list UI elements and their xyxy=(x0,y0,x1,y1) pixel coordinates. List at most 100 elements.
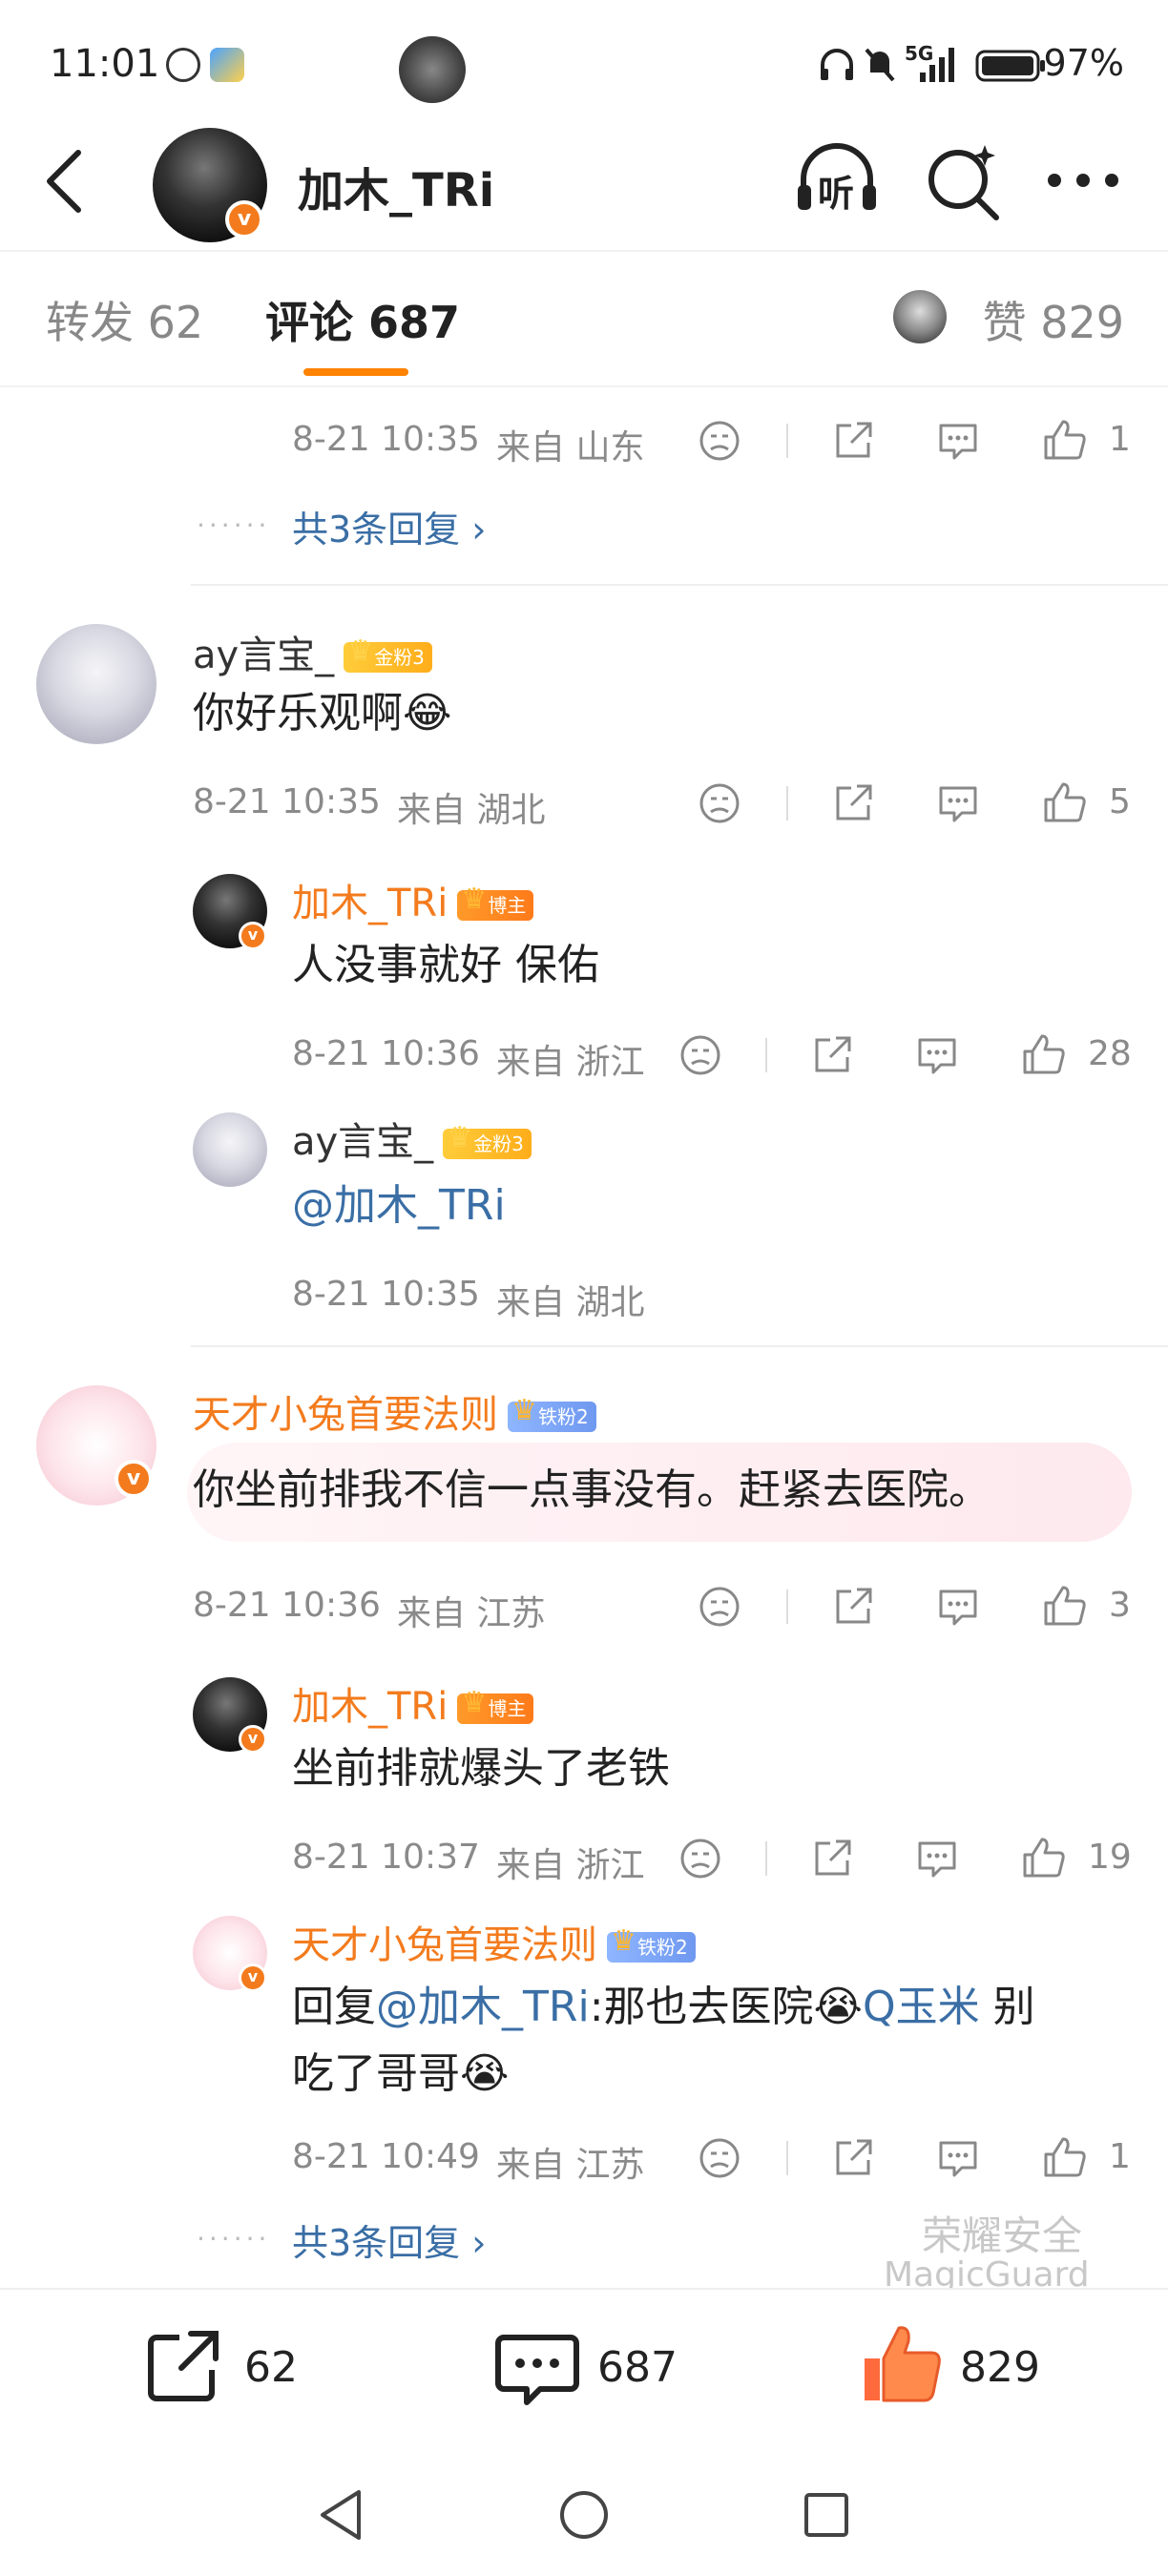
repost-count[interactable]: 62 xyxy=(244,2343,298,2392)
like-icon[interactable] xyxy=(1042,1584,1088,1630)
like-count: 3 xyxy=(1109,1586,1131,1625)
reply-body-end: 别 xyxy=(979,1983,1035,2031)
reply-location: 来自 浙江 xyxy=(496,1846,645,1885)
tab-comment[interactable]: 评论 687 xyxy=(265,288,460,351)
reply-mention[interactable]: @加木_TRi xyxy=(376,1983,590,2031)
reply-mention[interactable]: @加木_TRi xyxy=(292,1177,506,1235)
share-icon[interactable] xyxy=(830,418,876,464)
reply-username[interactable]: 加木_TRi博主 xyxy=(292,872,534,927)
comment-icon[interactable] xyxy=(935,1584,981,1630)
signal-icon xyxy=(920,48,954,82)
comment-text: 你坐前排我不信一点事没有。赶紧去医院。 xyxy=(193,1465,991,1514)
user-avatar[interactable] xyxy=(36,624,156,744)
reply-username[interactable]: 天才小兔首要法则铁粉2 xyxy=(292,1914,696,1969)
like-icon[interactable] xyxy=(1042,2135,1088,2181)
comment-location: 来自 江苏 xyxy=(397,1594,546,1633)
floating-app-icon[interactable] xyxy=(399,36,466,103)
reply-avatar[interactable] xyxy=(193,1112,267,1187)
reply-prefix: 回复 xyxy=(292,1983,376,2031)
fan-badge[interactable]: 铁粉2 xyxy=(508,1396,596,1432)
fan-badge[interactable]: 金粉3 xyxy=(443,1123,532,1159)
reply-time: 8-21 10:37 xyxy=(292,1838,480,1877)
like-icon[interactable] xyxy=(1042,418,1088,464)
share-icon[interactable] xyxy=(809,1032,855,1078)
action-separator xyxy=(786,1589,788,1624)
verified-badge: v xyxy=(239,1725,267,1754)
reply-text: 人没事就好 保佑 xyxy=(292,941,599,989)
reply-username[interactable]: 加木_TRi博主 xyxy=(292,1675,534,1731)
like-filled-icon[interactable] xyxy=(857,2320,943,2406)
comment-icon[interactable] xyxy=(935,2135,981,2181)
battery-icon xyxy=(975,50,1045,82)
header-divider xyxy=(0,250,1168,252)
more-options-icon[interactable] xyxy=(1040,137,1126,223)
reply-time: 8-21 10:36 xyxy=(292,1034,480,1073)
share-icon[interactable] xyxy=(830,1584,876,1630)
share-icon[interactable] xyxy=(830,2135,876,2181)
comment-time: 8-21 10:36 xyxy=(193,1586,381,1625)
username-text[interactable]: 天才小兔首要法则 xyxy=(193,1393,498,1437)
listen-label: 听 xyxy=(818,173,855,215)
share-icon[interactable] xyxy=(809,1836,855,1881)
tab-active-indicator xyxy=(303,368,408,376)
comment-icon[interactable] xyxy=(935,780,981,826)
more-replies-link[interactable]: 共3条回复 › xyxy=(292,500,486,552)
more-replies-link[interactable]: 共3条回复 › xyxy=(292,2213,486,2266)
reply-body: :那也去医院😭 xyxy=(589,1983,863,2031)
dislike-icon[interactable] xyxy=(697,780,742,826)
nav-recents-icon[interactable] xyxy=(800,2486,853,2544)
verified-badge: v xyxy=(239,1963,267,1992)
fan-badge[interactable]: 金粉3 xyxy=(344,636,432,673)
like-count: 5 xyxy=(1109,782,1131,821)
comment-count[interactable]: 687 xyxy=(597,2343,678,2392)
thread-dots: ······ xyxy=(197,2223,271,2254)
comment-bubble-icon[interactable] xyxy=(494,2326,580,2412)
nav-back-icon[interactable] xyxy=(315,2486,368,2544)
status-time: 11:01 xyxy=(50,42,160,86)
username-text[interactable]: 天才小兔首要法则 xyxy=(292,1923,597,1967)
tabs-divider xyxy=(0,385,1168,387)
page-title[interactable]: 加木_TRi xyxy=(298,153,494,219)
back-button[interactable] xyxy=(36,143,94,219)
comment-location: 来自 山东 xyxy=(496,428,645,467)
dislike-icon[interactable] xyxy=(697,1584,742,1630)
reply-username[interactable]: ay言宝_ 金粉3 xyxy=(292,1111,532,1166)
fan-badge[interactable]: 铁粉2 xyxy=(607,1926,696,1963)
username[interactable]: 天才小兔首要法则铁粉2 xyxy=(193,1383,596,1439)
comment-icon[interactable] xyxy=(935,418,981,464)
listen-button[interactable]: 听 xyxy=(794,137,880,223)
dislike-icon[interactable] xyxy=(697,418,742,464)
nav-home-icon[interactable] xyxy=(557,2486,611,2544)
action-separator xyxy=(765,1038,767,1072)
headphone-icon xyxy=(821,49,853,80)
like-icon[interactable] xyxy=(1021,1836,1067,1881)
username[interactable]: ay言宝_ 金粉3 xyxy=(193,624,432,679)
verified-badge: v xyxy=(239,922,267,950)
like-icon[interactable] xyxy=(1021,1032,1067,1078)
dislike-icon[interactable] xyxy=(678,1836,723,1881)
action-separator xyxy=(786,2141,788,2175)
username-text[interactable]: 加木_TRi xyxy=(292,1685,448,1729)
tab-repost[interactable]: 转发 62 xyxy=(46,288,203,351)
like-icon[interactable] xyxy=(1042,780,1088,826)
dislike-icon[interactable] xyxy=(678,1032,723,1078)
tab-like[interactable]: 赞 829 xyxy=(983,288,1124,351)
username-text[interactable]: 加木_TRi xyxy=(292,882,448,925)
username-text[interactable]: ay言宝_ xyxy=(292,1120,433,1164)
like-count-total[interactable]: 829 xyxy=(960,2343,1040,2392)
dislike-icon[interactable] xyxy=(697,2135,742,2181)
repost-icon[interactable] xyxy=(143,2326,223,2406)
search-icon[interactable] xyxy=(920,137,1006,223)
reply-time: 8-21 10:35 xyxy=(292,1275,480,1314)
reply-text-line2: 吃了哥哥😭 xyxy=(292,2049,510,2098)
username-text[interactable]: ay言宝_ xyxy=(193,634,334,677)
reply-text: 回复@加木_TRi:那也去医院😭Q玉米 别 xyxy=(292,1979,1132,2036)
reply-location: 来自 浙江 xyxy=(496,1043,645,1082)
like-count: 28 xyxy=(1088,1034,1132,1073)
share-icon[interactable] xyxy=(830,780,876,826)
comment-icon[interactable] xyxy=(914,1836,960,1881)
topic-link[interactable]: Q玉米 xyxy=(863,1983,980,2031)
comment-icon[interactable] xyxy=(914,1032,960,1078)
blogger-badge: 博主 xyxy=(457,1688,534,1724)
verified-badge: v xyxy=(225,200,263,239)
